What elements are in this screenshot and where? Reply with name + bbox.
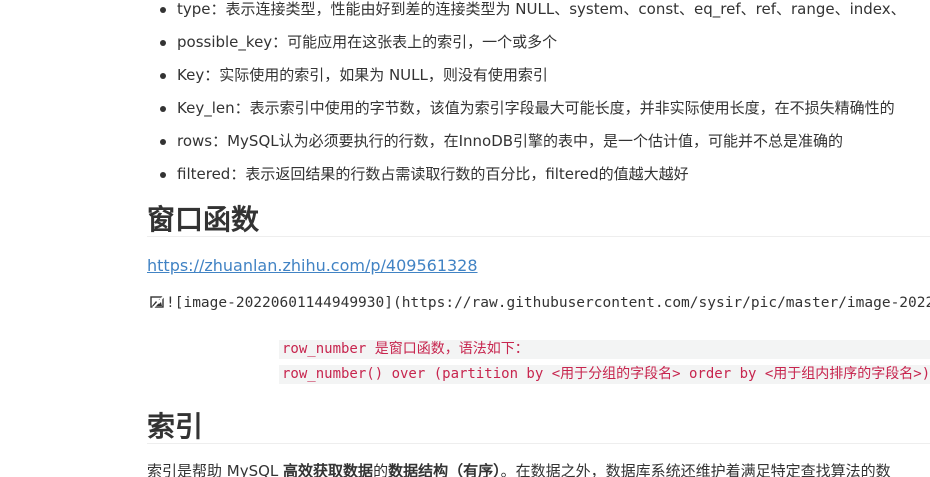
inline-code: row_number() over (partition by <用于分组的字段…	[279, 365, 930, 384]
list-item: possible_key：可能应用在这张表上的索引，一个或多个	[0, 26, 906, 59]
list-item: rows：MySQL认为必须要执行的行数，在InnoDB引擎的表中，是一个估计值…	[0, 125, 906, 158]
heading-divider	[147, 236, 930, 237]
document-content: type：表示连接类型，性能由好到差的连接类型为 NULL、system、con…	[0, 0, 930, 477]
explain-field-list: type：表示连接类型，性能由好到差的连接类型为 NULL、system、con…	[0, 0, 906, 191]
para-text: 索引是帮助 MySQL	[147, 462, 284, 477]
para-text: 的	[373, 462, 389, 477]
inline-code: row_number 是窗口函数，语法如下：	[279, 340, 930, 359]
para-bold: 数据结构（有序）	[388, 462, 501, 477]
broken-image-line[interactable]: ![image-20220601144949930](https://raw.g…	[150, 292, 930, 314]
list-item: Key：实际使用的索引，如果为 NULL，则没有使用索引	[0, 59, 906, 92]
list-item: filtered：表示返回结果的行数占需读取行数的百分比，filtered的值越…	[0, 158, 906, 191]
heading-divider	[147, 443, 930, 444]
list-item: type：表示连接类型，性能由好到差的连接类型为 NULL、system、con…	[0, 0, 906, 26]
zhihu-link[interactable]: https://zhuanlan.zhihu.com/p/409561328	[147, 254, 478, 278]
para-text: 。在数据之外，数据库系统还维护着满足特定查找算法的数	[500, 462, 891, 477]
heading-index: 索引	[147, 410, 204, 443]
list-item: Key_len：表示索引中使用的字节数，该值为索引字段最大可能长度，并非实际使用…	[0, 92, 906, 125]
image-markdown-text: ![image-20220601144949930](https://raw.g…	[166, 295, 930, 311]
broken-image-icon	[150, 294, 165, 310]
index-paragraph: 索引是帮助 MySQL 高效获取数据的数据结构（有序）。在数据之外，数据库系统还…	[147, 459, 891, 477]
inline-code-block: row_number 是窗口函数，语法如下： row_number() over…	[279, 340, 930, 390]
heading-window-functions: 窗口函数	[147, 203, 260, 236]
para-bold: 高效获取数据	[283, 462, 374, 477]
